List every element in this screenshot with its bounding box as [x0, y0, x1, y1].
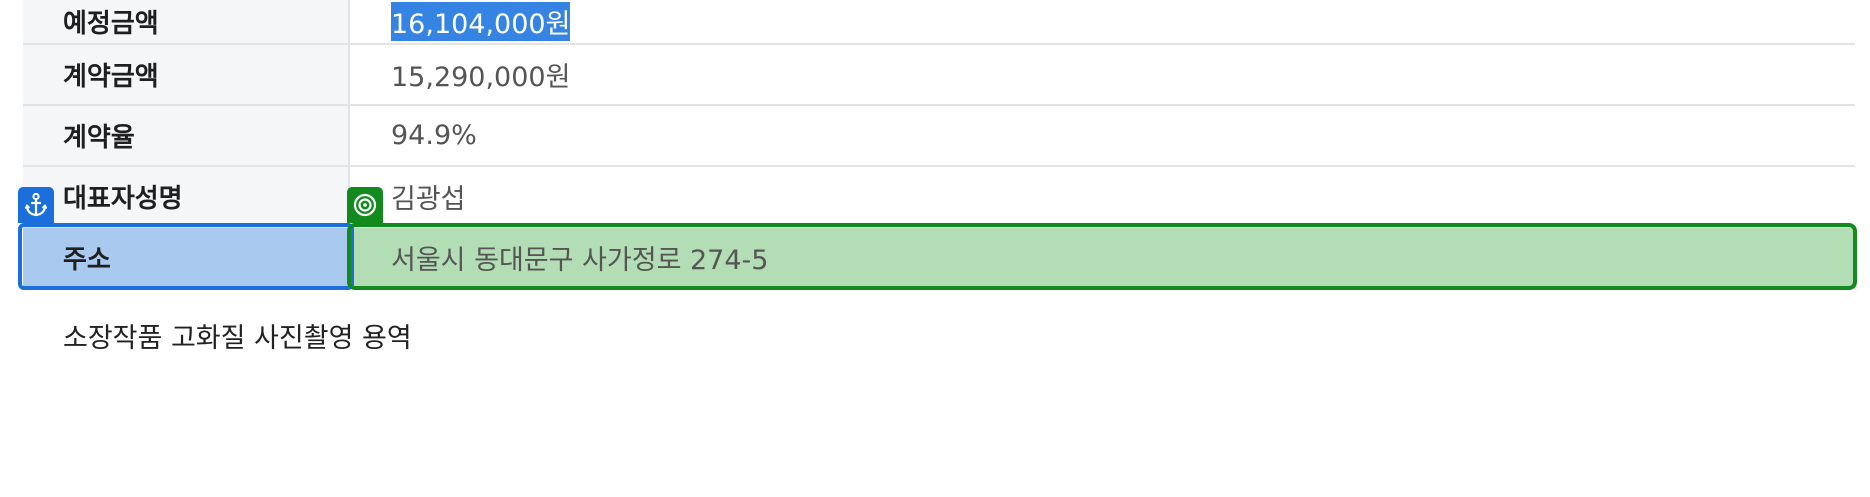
- table-row-address: 주소 서울시 동대문구 사가정로 274-5: [23, 228, 1855, 289]
- anchor-icon: [18, 187, 54, 223]
- page: 예정금액 16,104,000원 계약금액 15,290,000원 계약율 94…: [0, 0, 1870, 497]
- selected-value-text[interactable]: 16,104,000원: [391, 2, 571, 41]
- target-icon: [347, 187, 383, 223]
- table-row: 예정금액 16,104,000원: [23, 0, 1855, 45]
- row-label: 계약율: [23, 106, 350, 165]
- contract-info-table: 예정금액 16,104,000원 계약금액 15,290,000원 계약율 94…: [23, 0, 1855, 289]
- address-value[interactable]: 서울시 동대문구 사가정로 274-5: [350, 228, 1855, 287]
- table-row: 계약율 94.9%: [23, 106, 1855, 167]
- row-label: 예정금액: [23, 0, 350, 43]
- row-value[interactable]: 94.9%: [350, 106, 1855, 165]
- table-row: 계약금액 15,290,000원: [23, 45, 1855, 106]
- row-value: 16,104,000원: [350, 0, 1855, 43]
- row-label: 계약금액: [23, 45, 350, 104]
- table-row: 대표자성명 김광섭: [23, 167, 1855, 228]
- row-value[interactable]: 15,290,000원: [350, 45, 1855, 104]
- address-label[interactable]: 주소: [23, 228, 350, 287]
- project-title-text: 소장작품 고화질 사진촬영 용역: [63, 323, 412, 354]
- row-label: 대표자성명: [23, 167, 350, 226]
- row-value[interactable]: 김광섭: [350, 167, 1855, 226]
